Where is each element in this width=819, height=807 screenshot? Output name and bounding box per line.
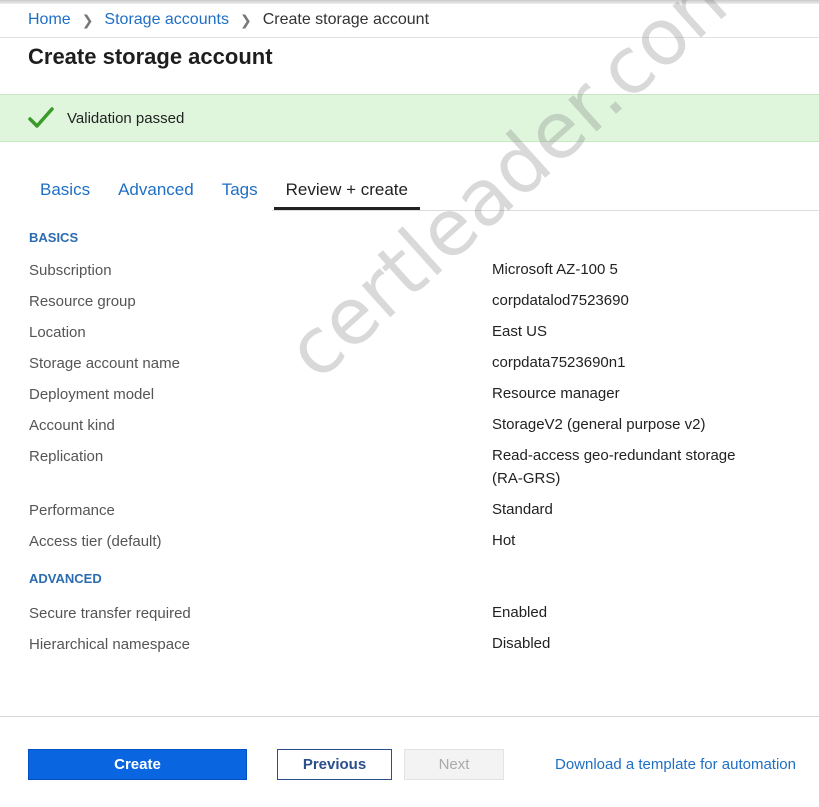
validation-banner: Validation passed (0, 94, 819, 142)
summary-value: Microsoft AZ-100 5 (492, 261, 618, 278)
summary-label: Secure transfer required (29, 605, 191, 622)
summary-value: Enabled (492, 604, 548, 621)
footer-divider (0, 716, 819, 717)
chevron-right-icon: ❯ (239, 11, 252, 28)
next-button[interactable]: Next (404, 749, 504, 780)
summary-label: Subscription (29, 262, 112, 279)
divider (0, 37, 819, 38)
tabs-divider (272, 210, 819, 211)
breadcrumb: Home ❯ Storage accounts ❯ Create storage… (28, 9, 429, 31)
top-bar (0, 0, 819, 4)
summary-value: StorageV2 (general purpose v2) (492, 416, 706, 433)
download-template-link[interactable]: Download a template for automation (555, 756, 796, 773)
summary-label: Storage account name (29, 355, 180, 372)
summary-value: Hot (492, 532, 516, 549)
summary-label: Resource group (29, 293, 136, 310)
chevron-right-icon: ❯ (81, 11, 94, 28)
tab-review-create[interactable]: Review + create (273, 176, 420, 210)
tab-advanced[interactable]: Advanced (106, 176, 206, 206)
previous-button[interactable]: Previous (277, 749, 392, 780)
tab-tags[interactable]: Tags (210, 176, 270, 206)
summary-label: Performance (29, 502, 115, 519)
summary-label: Replication (29, 448, 104, 465)
create-button[interactable]: Create (28, 749, 247, 780)
summary-label: Hierarchical namespace (29, 636, 190, 653)
validation-message: Validation passed (67, 109, 185, 127)
summary-label: Account kind (29, 417, 115, 434)
breadcrumb-storage-accounts-link[interactable]: Storage accounts (104, 11, 229, 29)
section-heading-advanced: ADVANCED (29, 571, 102, 586)
section-heading-basics: BASICS (29, 230, 79, 245)
page-title: Create storage account (28, 44, 273, 69)
breadcrumb-home-link[interactable]: Home (28, 11, 71, 29)
tab-strip: Basics Advanced Tags Review + create (28, 176, 424, 210)
summary-value: corpdatalod7523690 (492, 292, 629, 309)
checkmark-icon (28, 107, 54, 128)
summary-value: Read-access geo-redundant storage (RA-GR… (492, 447, 736, 487)
summary-value: corpdata7523690n1 (492, 354, 626, 371)
breadcrumb-current: Create storage account (262, 11, 430, 28)
summary-value: East US (492, 323, 548, 340)
summary-value: Disabled (492, 635, 551, 652)
tab-basics[interactable]: Basics (28, 176, 102, 206)
summary-label: Location (29, 324, 86, 341)
summary-label: Deployment model (29, 386, 155, 403)
summary-value: Standard (492, 501, 553, 518)
summary-label: Access tier (default) (29, 533, 162, 550)
summary-value: Resource manager (492, 385, 620, 402)
